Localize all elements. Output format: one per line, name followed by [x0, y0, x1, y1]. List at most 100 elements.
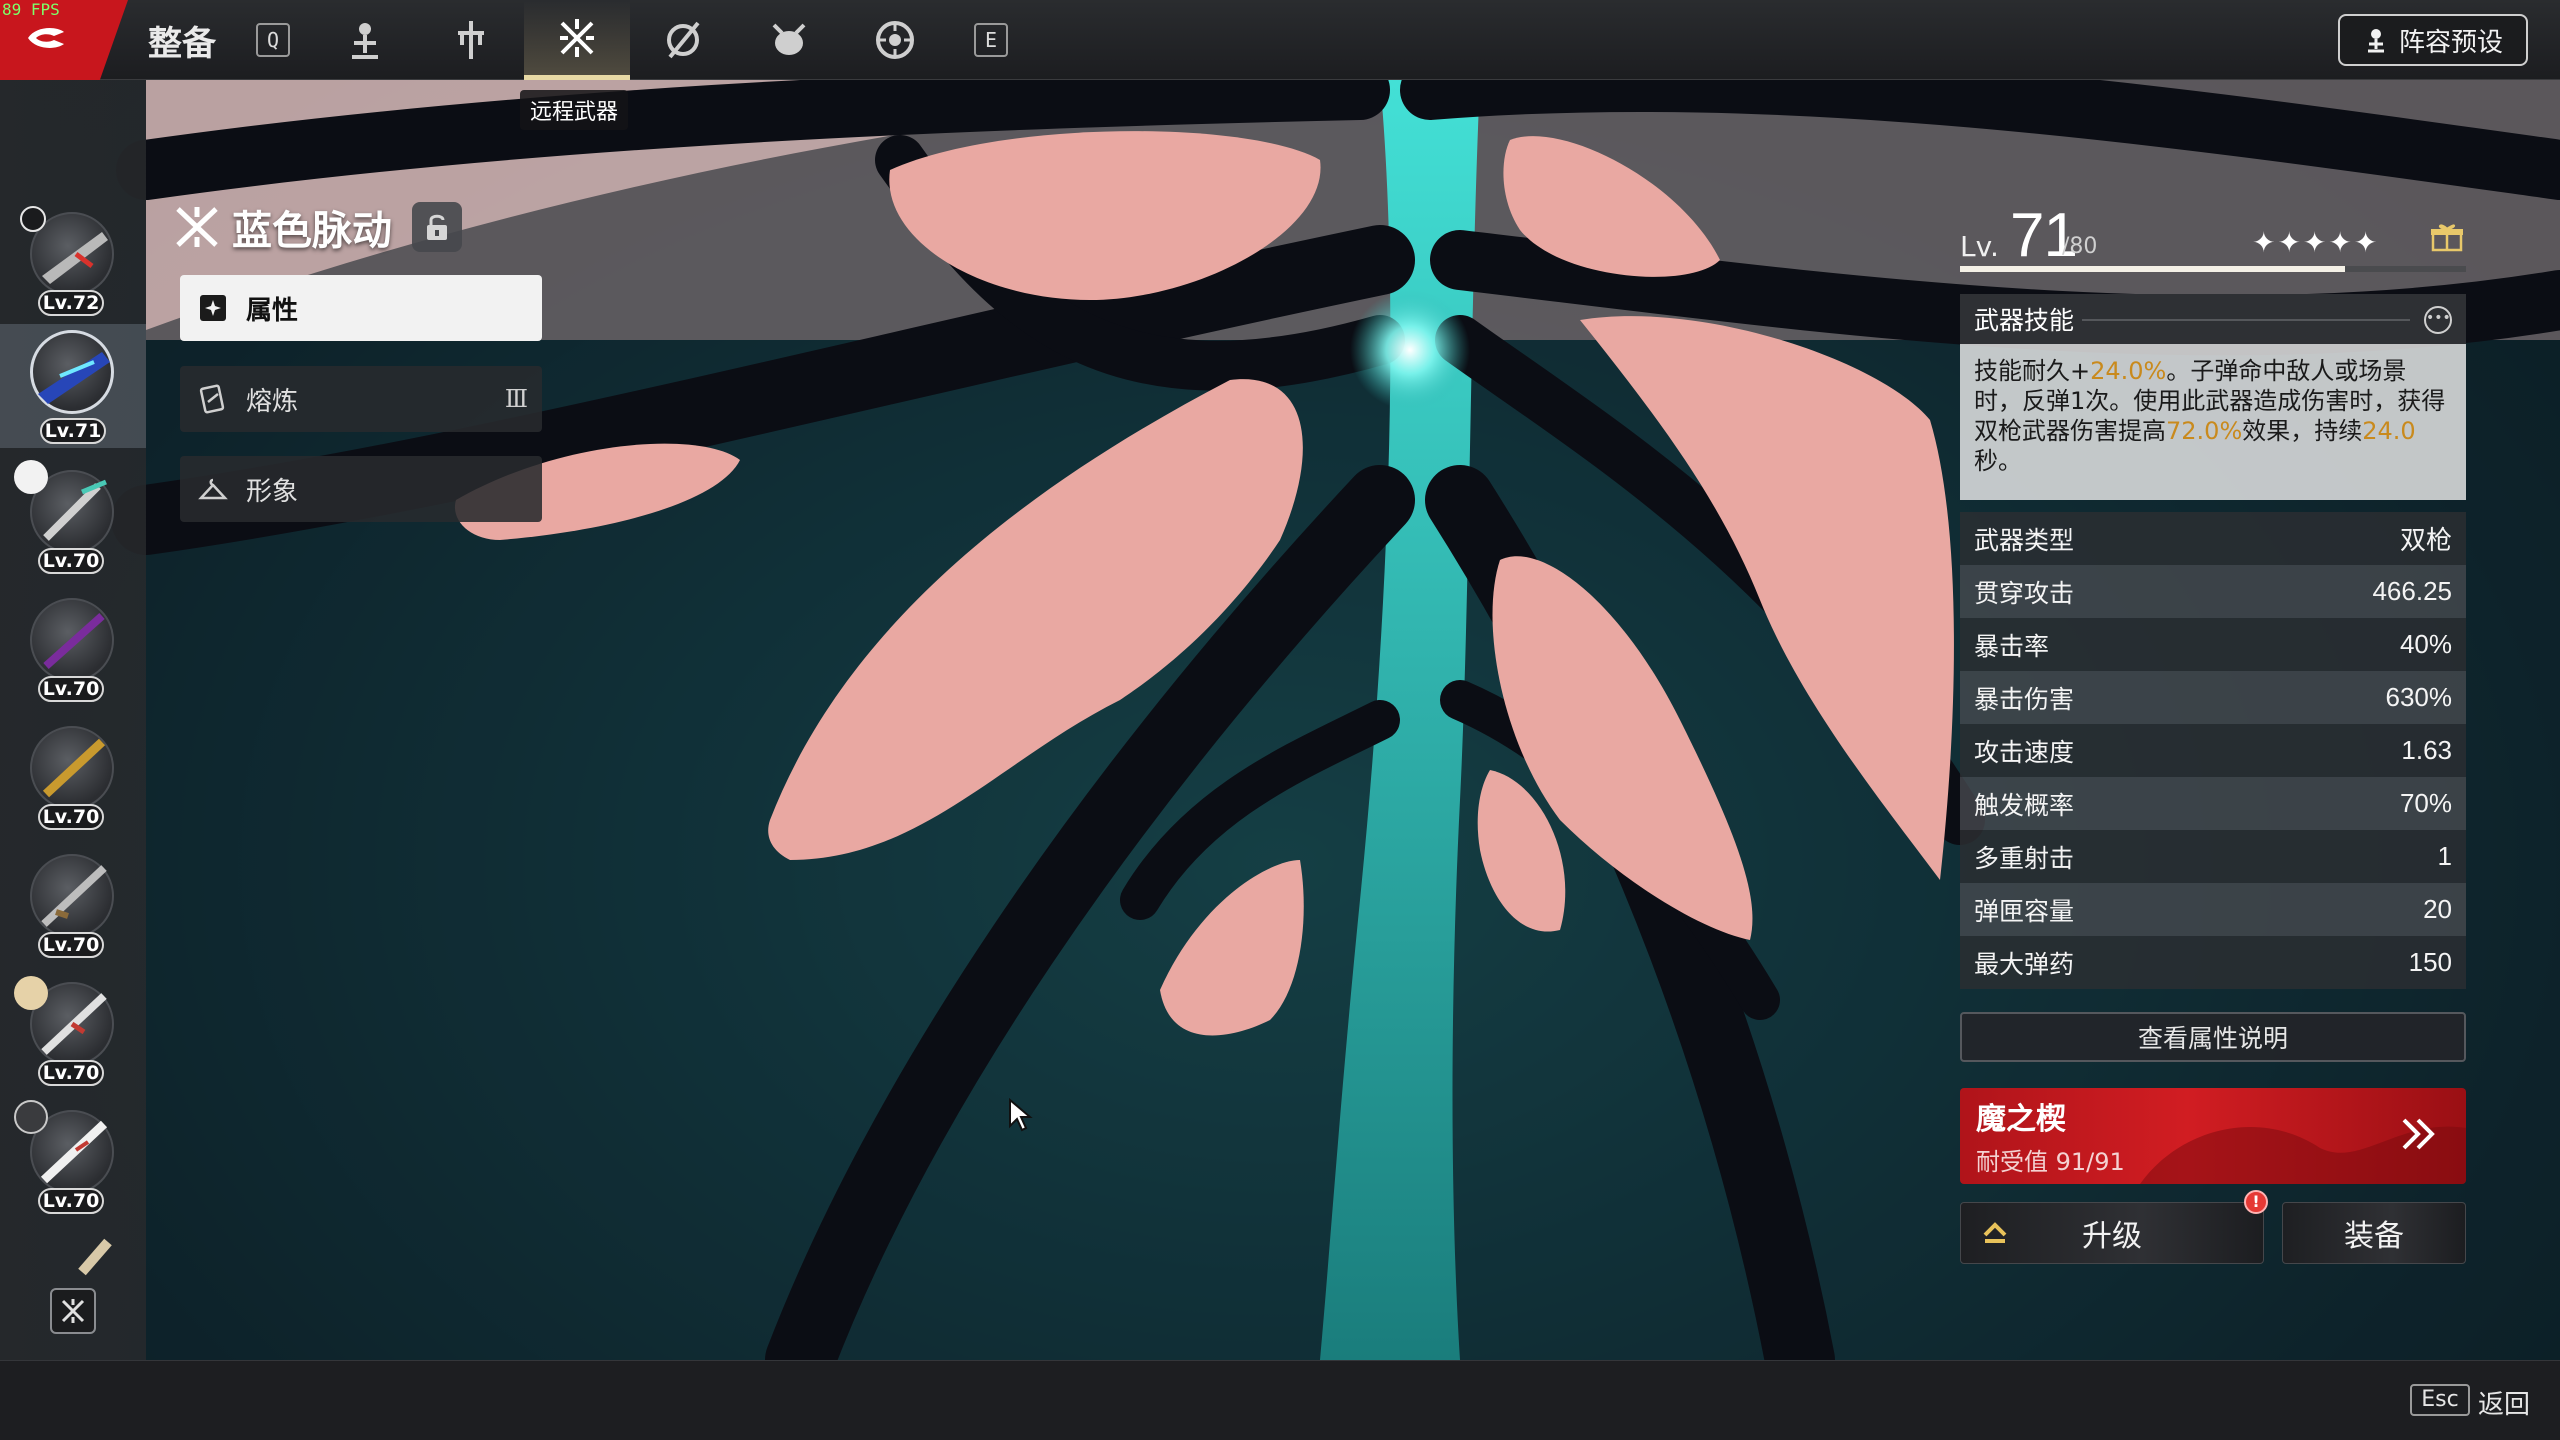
character-avatar-icon [14, 460, 48, 494]
ranged-weapon-type-icon [176, 207, 218, 247]
equipped-marker-icon [20, 206, 46, 232]
preset-character-icon [2367, 29, 2384, 53]
tab-character[interactable] [312, 0, 418, 80]
level-progress-bar [1960, 266, 2466, 272]
esc-key-hint[interactable]: Esc [2410, 1384, 2470, 1416]
top-navigation-bar: 89 FPS 整备 Q E 阵容预设 [0, 0, 2560, 80]
weapon-slot-partial[interactable] [26, 1228, 122, 1276]
level-max: /80 [2062, 234, 2098, 259]
stat-row-multishot: 多重射击 1 [1960, 830, 2466, 883]
weapon-level-badge: Lv.72 [38, 290, 104, 316]
lock-icon [427, 214, 447, 240]
active-tab-tooltip: 远程武器 [520, 90, 629, 130]
filter-icon [61, 1299, 85, 1323]
prev-tab-key-hint: Q [256, 23, 290, 57]
stat-row-crit-rate: 暴击率 40% [1960, 618, 2466, 671]
stat-row-crit-damage: 暴击伤害 630% [1960, 671, 2466, 724]
skill-more-icon[interactable]: ••• [2424, 306, 2452, 334]
stat-row-magazine: 弹匣容量 20 [1960, 883, 2466, 936]
stat-label: 暴击伤害 [1974, 684, 2075, 714]
weapon-thumbnail-icon [78, 1238, 112, 1276]
stat-value: 1.63 [2401, 735, 2452, 765]
menu-attributes-label: 属性 [246, 295, 299, 326]
weapon-slot-6[interactable]: Lv.70 [26, 848, 122, 958]
team-preset-label: 阵容预设 [2398, 27, 2503, 58]
menu-smelting[interactable]: 熔炼 Ⅲ [180, 366, 542, 432]
equip-button[interactable]: 装备 [2282, 1202, 2466, 1264]
weapon-stats-table: 武器类型 双枪 贯穿攻击 466.25 暴击率 40% 暴击伤害 630% 攻击速度 1.… [1960, 512, 2466, 989]
stat-row-pierce-attack: 贯穿攻击 466.25 [1960, 565, 2466, 618]
weapon-thumbnail-icon [38, 352, 110, 404]
stat-row-trigger-chance: 触发概率 70% [1960, 777, 2466, 830]
stat-value: 150 [2408, 947, 2452, 977]
game-logo-icon [28, 28, 64, 48]
tab-consonance-weapon[interactable] [630, 0, 736, 80]
upgrade-button[interactable]: 升级 [1960, 1202, 2264, 1264]
weapon-lock-button[interactable] [412, 202, 462, 252]
weapon-slot-2-selected[interactable]: Lv.71 [0, 324, 146, 448]
skill-text-part: 效果，持续 [2242, 417, 2363, 445]
smelting-rank: Ⅲ [504, 385, 528, 413]
stat-row-max-ammo: 最大弹药 150 [1960, 936, 2466, 989]
next-tab-key-hint: E [974, 23, 1008, 57]
tab-pet[interactable] [736, 0, 842, 80]
level-prefix: Lv. [1960, 230, 1999, 263]
weapon-title: 蓝色脉动 [172, 198, 392, 256]
stat-label: 触发概率 [1974, 790, 2075, 820]
double-chevron-right-icon [2402, 1118, 2435, 1150]
skill-value-highlight: 24.0% [2090, 357, 2167, 385]
fps-counter: 89 FPS [2, 0, 60, 19]
demon-wedge-durability: 耐受值 91/91 [1976, 1142, 2125, 1177]
stat-value: 630% [2385, 682, 2453, 712]
tab-ranged-weapon[interactable] [524, 0, 630, 80]
upgrade-chevron-icon [1983, 1222, 2007, 1243]
stat-row-weapon-type: 武器类型 双枪 [1960, 512, 2466, 565]
view-attribute-description-button[interactable]: 查看属性说明 [1960, 1012, 2466, 1062]
skill-value-highlight: 72.0% [2166, 417, 2243, 445]
stat-label: 攻击速度 [1974, 737, 2075, 767]
page-title: 整备 [148, 24, 216, 64]
weapon-thumbnail-icon [41, 865, 107, 927]
demon-wedge-card[interactable]: 魔之楔 耐受值 91/91 [1960, 1088, 2466, 1184]
pet-icon [772, 23, 806, 55]
weapon-thumbnail-icon [42, 232, 108, 284]
stat-label: 多重射击 [1974, 843, 2075, 873]
stat-row-attack-speed: 攻击速度 1.63 [1960, 724, 2466, 777]
melee-weapon-icon [458, 21, 484, 59]
level-progress-fill [1960, 266, 2345, 272]
menu-attributes[interactable]: 属性 [180, 275, 542, 341]
tab-melee-weapon[interactable] [418, 0, 524, 80]
stat-label: 弹匣容量 [1974, 896, 2075, 926]
menu-appearance[interactable]: 形象 [180, 456, 542, 522]
weapon-name: 蓝色脉动 [232, 208, 392, 254]
demon-wedge-name: 魔之楔 [1976, 1102, 2066, 1137]
header-divider [2082, 319, 2410, 321]
weapon-level-badge: Lv.70 [38, 932, 104, 958]
appearance-hanger-icon [198, 478, 228, 500]
weapon-skill-description: 技能耐久+24.0%。子弹命中敌人或场景时，反弹1次。使用此武器造成伤害时，获得… [1960, 344, 2466, 488]
attributes-icon [200, 295, 226, 321]
menu-smelting-label: 熔炼 [246, 386, 299, 417]
character-avatar-icon [14, 976, 48, 1010]
tab-demon-wedge[interactable] [842, 0, 948, 80]
back-label[interactable]: 返回 [2478, 1384, 2530, 1421]
stat-value: 20 [2423, 894, 2452, 924]
skill-value-highlight: 24.0 [2362, 417, 2416, 445]
stat-label: 贯穿攻击 [1974, 578, 2075, 608]
weapon-slot-4[interactable]: Lv.70 [26, 592, 122, 702]
upgrade-label: 升级 [2082, 1219, 2142, 1254]
stat-value: 466.25 [2372, 576, 2452, 606]
durability-label: 耐受值 [1976, 1148, 2048, 1176]
weapon-skill-panel: 武器技能 ••• 技能耐久+24.0%。子弹命中敌人或场景时，反弹1次。使用此武… [1960, 294, 2466, 500]
weapon-thumbnail-icon [43, 613, 105, 669]
character-avatar-icon [14, 1100, 48, 1134]
demon-wedge-icon [876, 21, 914, 59]
weapon-filter-button[interactable] [50, 1288, 96, 1334]
bottom-bar [0, 1360, 2560, 1440]
ranged-weapon-icon [560, 18, 594, 57]
breakthrough-gift-icon [2431, 224, 2463, 252]
consonance-weapon-icon [667, 21, 700, 59]
weapon-slot-5[interactable]: Lv.70 [26, 720, 122, 830]
weapon-level-display: Lv. 71 /80 ✦✦✦✦✦ [1960, 200, 2466, 276]
team-preset-button[interactable]: 阵容预设 [2338, 14, 2528, 66]
